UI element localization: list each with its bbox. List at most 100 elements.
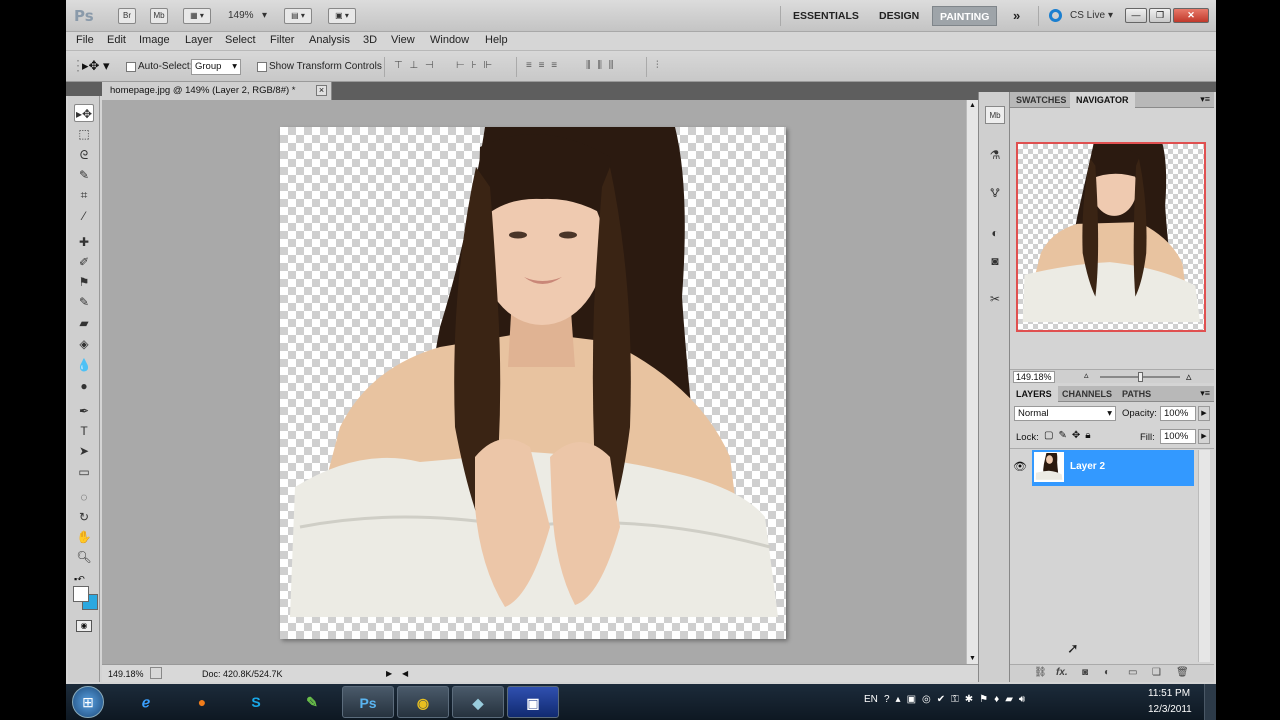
auto-align-icon[interactable]: ⫶ — [656, 60, 661, 74]
clone-stamp-tool-icon[interactable]: ⚑ — [74, 273, 94, 291]
zoom-in-icon[interactable]: ▵ — [1186, 370, 1192, 383]
default-colors-icon[interactable]: ▪↶ — [74, 574, 85, 585]
fill-slider-button[interactable]: ▶ — [1198, 429, 1210, 444]
lock-icons[interactable]: ▢✎✥🔒︎ — [1044, 430, 1096, 441]
quick-select-tool-icon[interactable]: ✎ — [74, 166, 94, 184]
show-desktop-button[interactable] — [1204, 684, 1216, 720]
hand-tool-icon[interactable]: ✋ — [74, 528, 94, 546]
path-selection-tool-icon[interactable]: ➤ — [74, 442, 94, 460]
arrange-documents-button[interactable]: ▤ ▾ — [284, 8, 312, 24]
status-zoom[interactable]: 149.18% — [108, 666, 144, 682]
align-centers-icons[interactable]: ⊢ ⊦ ⊩ — [456, 60, 494, 74]
layer-row[interactable]: Layer 2 — [1032, 450, 1194, 486]
blur-tool-icon[interactable]: 💧 — [74, 356, 94, 374]
taskbar-ie-icon[interactable]: ℯ — [120, 686, 172, 718]
align-edges-icons[interactable]: ⊤ ⊥ ⊣ — [394, 60, 436, 74]
mini-bridge-button[interactable]: Mb — [150, 8, 168, 24]
mini-bridge-panel-icon[interactable]: Mb — [985, 106, 1005, 124]
tab-paths[interactable]: PATHS — [1116, 386, 1157, 402]
menu-view[interactable]: View — [391, 34, 415, 46]
panel-menu-icon[interactable]: ▾≡ — [1200, 94, 1210, 105]
workspace-design[interactable]: DESIGN — [872, 6, 926, 26]
tab-channels[interactable]: CHANNELS — [1056, 386, 1118, 402]
menu-filter[interactable]: Filter — [270, 34, 294, 46]
crop-tool-icon[interactable]: ⌗ — [74, 186, 94, 204]
close-document-icon[interactable]: × — [316, 85, 327, 96]
delete-layer-icon[interactable]: 🗑︎ — [1176, 667, 1189, 678]
eye-icon[interactable]: 👁︎ — [1010, 450, 1030, 484]
distribute-vertical-icons[interactable]: ≡ ≡ ≡ — [526, 60, 559, 74]
masks-panel-icon[interactable]: ◙ — [985, 252, 1005, 270]
blend-mode-dropdown[interactable]: Normal ▾ — [1014, 406, 1116, 421]
foreground-color-swatch[interactable] — [73, 586, 89, 602]
tab-swatches[interactable]: SWATCHES — [1010, 92, 1072, 108]
tab-navigator[interactable]: NAVIGATOR — [1070, 92, 1135, 108]
tray-icons[interactable]: ?▴▣◎✔⚿✱⚑♦▰🔊︎ — [884, 694, 1031, 705]
clock-date[interactable]: 12/3/2011 — [1148, 704, 1192, 715]
clock-time[interactable]: 11:51 PM — [1148, 688, 1190, 699]
tab-layers[interactable]: LAYERS — [1010, 386, 1058, 402]
paint-bucket-tool-icon[interactable]: ◈ — [74, 335, 94, 353]
scroll-up-icon[interactable]: ▲ — [969, 102, 976, 109]
opacity-field[interactable]: 100% — [1160, 406, 1196, 421]
panel-menu-icon[interactable]: ▾≡ — [1200, 388, 1210, 399]
menu-file[interactable]: File — [76, 34, 94, 46]
menu-layer[interactable]: Layer — [185, 34, 213, 46]
dodge-tool-icon[interactable]: ● — [74, 377, 94, 395]
new-layer-icon[interactable]: ❏ — [1152, 667, 1161, 678]
add-mask-icon[interactable]: ◙ — [1082, 667, 1088, 678]
navigator-preview[interactable] — [1016, 142, 1206, 332]
new-group-icon[interactable]: ▭ — [1128, 667, 1137, 678]
view-extras-button[interactable]: ▦ ▾ — [183, 8, 211, 24]
vertical-scrollbar[interactable]: ▲ ▼ — [966, 100, 978, 664]
marquee-tool-icon[interactable]: ⬚ — [74, 125, 94, 143]
language-indicator[interactable]: EN — [864, 694, 878, 705]
fx-icon[interactable]: fx. — [1056, 667, 1068, 678]
brush-tool-icon[interactable]: ✐ — [74, 253, 94, 271]
zoom-out-icon[interactable]: ▵ — [1084, 370, 1089, 381]
menu-image[interactable]: Image — [139, 34, 170, 46]
fill-field[interactable]: 100% — [1160, 429, 1196, 444]
quick-mask-icon[interactable]: ◉ — [76, 620, 92, 632]
auto-select-checkbox[interactable] — [126, 62, 136, 72]
restore-button[interactable]: ❐ — [1149, 8, 1171, 23]
document-tab[interactable]: homepage.jpg @ 149% (Layer 2, RGB/8#) * … — [102, 82, 332, 100]
menu-edit[interactable]: Edit — [107, 34, 126, 46]
menu-window[interactable]: Window — [430, 34, 469, 46]
healing-brush-tool-icon[interactable]: ✚ — [74, 233, 94, 251]
cs-live-button[interactable]: CS Live — [1070, 10, 1105, 21]
status-menu-icon[interactable]: ▶ — [386, 666, 392, 682]
taskbar-skype-icon[interactable]: S — [230, 686, 282, 718]
menu-3d[interactable]: 3D — [363, 34, 377, 46]
menu-analysis[interactable]: Analysis — [309, 34, 350, 46]
layer-name[interactable]: Layer 2 — [1070, 461, 1105, 472]
move-tool-preset-icon[interactable]: ▸✥ ▾ — [82, 58, 110, 74]
history-panel-icon[interactable]: ⚗ — [985, 146, 1005, 164]
move-tool-icon[interactable]: ▸✥ — [74, 104, 94, 122]
3d-rotate-tool-icon[interactable]: ◌ — [74, 488, 94, 506]
pen-tool-icon[interactable]: ✒ — [74, 402, 94, 420]
bridge-button[interactable]: Br — [118, 8, 136, 24]
layers-scrollbar[interactable] — [1198, 450, 1210, 662]
transform-controls-checkbox[interactable] — [257, 62, 267, 72]
link-layers-icon[interactable]: ⛓ — [1034, 667, 1047, 678]
scroll-left-icon[interactable]: ◀ — [402, 666, 408, 682]
zoom-level-dropdown[interactable]: 149% — [228, 10, 254, 21]
slider-thumb[interactable] — [1138, 372, 1143, 382]
zoom-tool-icon[interactable]: 🔍︎ — [74, 548, 94, 566]
distribute-horizontal-icons[interactable]: ⫼ ⫼ ⫼ — [586, 60, 615, 74]
auto-select-dropdown[interactable]: Group ▾ — [191, 59, 241, 75]
start-button[interactable]: ⊞ — [72, 686, 104, 718]
tool-presets-panel-icon[interactable]: ✂ — [985, 290, 1005, 308]
workspace-painting[interactable]: PAINTING — [932, 6, 998, 26]
opacity-slider-button[interactable]: ▶ — [1198, 406, 1210, 421]
taskbar-app-icon[interactable]: ◆ — [452, 686, 504, 718]
brush-panel-icon[interactable]: 🜉 — [985, 184, 1005, 202]
adjustments-panel-icon[interactable]: ◐ — [985, 224, 1005, 242]
3d-orbit-tool-icon[interactable]: ↻ — [74, 508, 94, 526]
close-button[interactable]: ✕ — [1173, 8, 1209, 23]
type-tool-icon[interactable]: T — [74, 422, 94, 440]
screen-mode-button[interactable]: ▣ ▾ — [328, 8, 356, 24]
canvas-area[interactable] — [102, 100, 966, 664]
more-workspaces-button[interactable]: » — [1006, 6, 1027, 26]
